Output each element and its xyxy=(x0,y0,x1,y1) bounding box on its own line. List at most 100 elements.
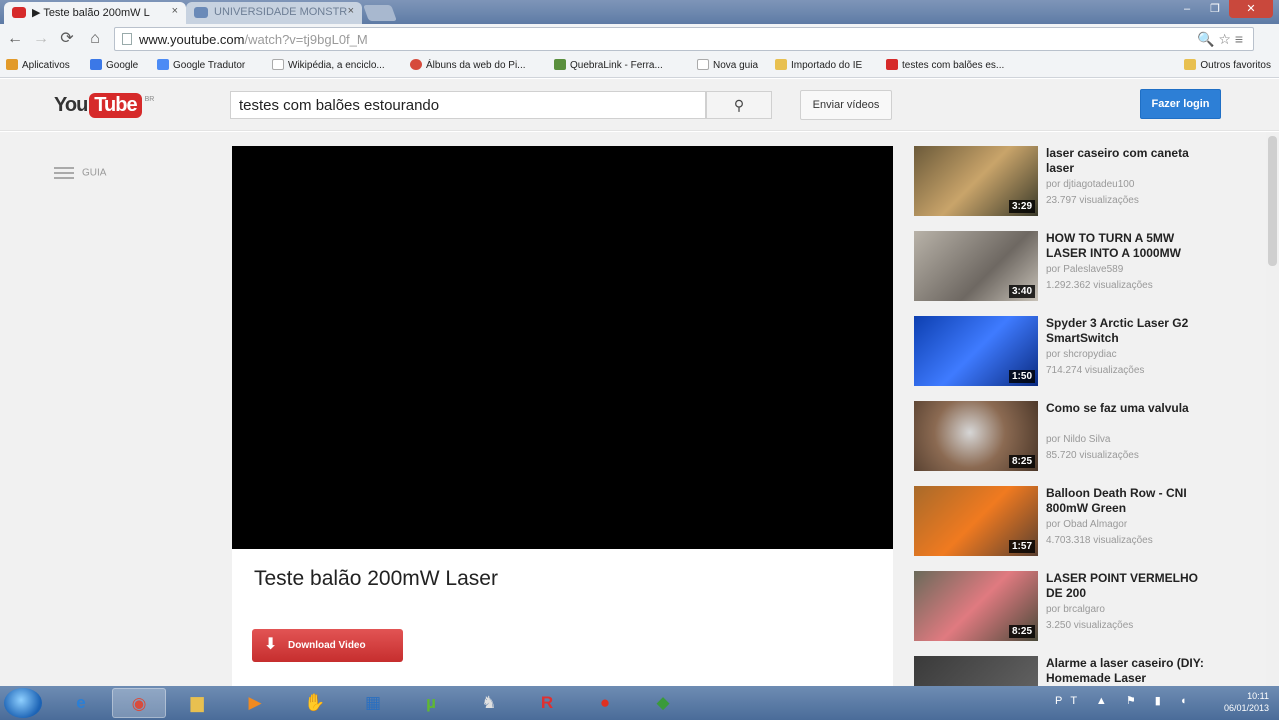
related-video-item[interactable]: 3:40 HOW TO TURN A 5MW LASER INTO A 1000M… xyxy=(914,231,1254,307)
related-video-author[interactable]: por brcalgaro xyxy=(1046,604,1105,615)
related-video-author[interactable]: por Nildo Silva xyxy=(1046,434,1110,445)
download-video-button[interactable]: ⬇ Download Video xyxy=(252,629,403,662)
related-video-author[interactable]: por djtiagotadeu100 xyxy=(1046,179,1134,190)
taskbar-media-player-icon[interactable]: ▶ xyxy=(228,688,282,718)
taskbar-app11-icon[interactable]: ◆ xyxy=(636,688,690,718)
related-video-author[interactable]: por Obad Almagor xyxy=(1046,519,1127,530)
video-duration: 8:25 xyxy=(1008,625,1035,638)
clock[interactable]: 10:11 06/01/2013 xyxy=(1224,690,1269,714)
home-icon[interactable]: ⌂ xyxy=(86,30,104,48)
close-tab-icon[interactable]: × xyxy=(348,5,354,17)
back-arrow-icon[interactable]: ← xyxy=(6,30,24,48)
bookmark-label: Google Tradutor xyxy=(173,60,246,71)
bookmark-label: Nova guia xyxy=(713,60,759,71)
search-button[interactable]: ⚲ xyxy=(706,91,772,119)
new-tab-button[interactable] xyxy=(363,5,397,21)
taskbar-chrome-icon[interactable]: ◉ xyxy=(112,688,166,718)
forward-arrow-icon[interactable]: → xyxy=(32,30,50,48)
video-thumbnail[interactable] xyxy=(914,656,1038,686)
bookmark-google-tradutor[interactable]: Google Tradutor xyxy=(157,59,245,71)
video-info-card: Teste balão 200mW Laser ⬇ Download Video xyxy=(232,549,893,686)
search-input[interactable]: testes com balões estourando xyxy=(230,91,706,119)
related-video-author[interactable]: por Paleslave589 xyxy=(1046,264,1123,275)
picasa-icon xyxy=(410,59,422,70)
bookmark-label: QuebraLink - Ferra... xyxy=(570,60,663,71)
related-video-item[interactable]: 8:25 LASER POINT VERMELHO DE 200 por brcal… xyxy=(914,571,1254,647)
minimize-icon[interactable]: ‒ xyxy=(1173,0,1201,18)
related-video-views: 85.720 visualizações xyxy=(1046,450,1139,461)
tab-label: UNIVERSIDADE MONSTR xyxy=(214,6,348,18)
bookmark-nova-guia[interactable]: Nova guia xyxy=(697,59,758,71)
system-tray-icons[interactable]: PT ▲ ⚑ ▮ ◖ xyxy=(1055,694,1195,707)
bookmark-label: Aplicativos xyxy=(22,60,70,71)
clock-time: 10:11 xyxy=(1247,691,1269,701)
taskbar-app9-icon[interactable]: R xyxy=(520,688,574,718)
related-video-title[interactable]: LASER POINT VERMELHO DE 200 xyxy=(1046,571,1206,601)
taskbar-ie-icon[interactable]: e xyxy=(54,688,108,718)
bookmark-label: testes com balões es... xyxy=(902,60,1005,71)
related-video-title[interactable]: HOW TO TURN A 5MW LASER INTO A 1000MW xyxy=(1046,231,1206,261)
bookmark-aplicativos[interactable]: Aplicativos xyxy=(6,59,70,71)
taskbar-utorrent-icon[interactable]: µ xyxy=(404,688,458,718)
taskbar-app10-icon[interactable]: ● xyxy=(578,688,632,718)
taskbar-explorer-icon[interactable]: ▆ xyxy=(170,688,224,718)
bookmark-quebralink[interactable]: QuebraLink - Ferra... xyxy=(554,59,663,71)
browser-toolbar: ← → ⟳ ⌂ www.youtube.com/watch?v=tj9bgL0f… xyxy=(0,24,1279,54)
video-thumbnail[interactable]: 8:25 xyxy=(914,571,1038,641)
tab-universidade[interactable]: UNIVERSIDADE MONSTR × xyxy=(186,2,362,24)
bookmark-google[interactable]: Google xyxy=(90,59,138,71)
guide-toggle[interactable]: GUIA xyxy=(54,164,106,182)
related-video-item[interactable]: Alarme a laser caseiro (DIY: Homemade La… xyxy=(914,656,1254,686)
scrollbar-thumb[interactable] xyxy=(1268,136,1277,266)
login-button[interactable]: Fazer login xyxy=(1140,89,1221,119)
related-video-item[interactable]: 3:29 laser caseiro com caneta laser por dj… xyxy=(914,146,1254,222)
bookmark-outros-favoritos[interactable]: Outros favoritos xyxy=(1184,59,1271,71)
related-video-views: 4.703.318 visualizações xyxy=(1046,535,1153,546)
related-video-item[interactable]: 8:25 Como se faz uma valvula por Nildo Sil… xyxy=(914,401,1254,477)
bookmark-importado-ie[interactable]: Importado do IE xyxy=(775,59,862,71)
related-video-title[interactable]: Balloon Death Row - CNI 800mW Green xyxy=(1046,486,1206,516)
taskbar-app5-icon[interactable]: ✋ xyxy=(288,688,342,718)
tab-label: ▶ Teste balão 200mW L xyxy=(32,7,150,19)
page-icon xyxy=(697,59,709,70)
video-thumbnail[interactable]: 3:29 xyxy=(914,146,1038,216)
taskbar-app8-icon[interactable]: ♞ xyxy=(462,688,516,718)
related-video-item[interactable]: 1:50 Spyder 3 Arctic Laser G2 SmartSwitch… xyxy=(914,316,1254,392)
video-duration: 3:29 xyxy=(1008,200,1035,213)
taskbar-app6-icon[interactable]: ▦ xyxy=(346,688,400,718)
quebralink-icon xyxy=(554,59,566,70)
close-window-icon[interactable]: ✕ xyxy=(1229,0,1273,18)
video-player[interactable] xyxy=(232,146,893,549)
start-button[interactable] xyxy=(4,688,42,718)
youtube-favicon-icon xyxy=(886,59,898,70)
upload-button[interactable]: Enviar vídeos xyxy=(800,90,892,120)
video-thumbnail[interactable]: 3:40 xyxy=(914,231,1038,301)
bookmark-testes-baloes[interactable]: testes com balões es... xyxy=(886,59,1004,71)
youtube-logo[interactable]: You Tube BR xyxy=(54,90,154,120)
browser-tab-strip: ▶ Teste balão 200mW L × UNIVERSIDADE MON… xyxy=(0,0,1279,24)
related-video-title[interactable]: laser caseiro com caneta laser xyxy=(1046,146,1206,176)
video-thumbnail[interactable]: 1:57 xyxy=(914,486,1038,556)
page-scrollbar[interactable] xyxy=(1266,132,1279,686)
reload-icon[interactable]: ⟳ xyxy=(58,30,76,48)
related-video-item[interactable]: 1:57 Balloon Death Row - CNI 800mW Green p… xyxy=(914,486,1254,562)
bookmark-label: Álbuns da web do Pi... xyxy=(426,60,526,71)
bookmark-label: Outros favoritos xyxy=(1200,60,1271,71)
related-video-title[interactable]: Como se faz uma valvula xyxy=(1046,401,1206,416)
download-arrow-icon: ⬇ xyxy=(264,636,278,653)
related-video-title[interactable]: Alarme a laser caseiro (DIY: Homemade La… xyxy=(1046,656,1206,686)
related-video-title[interactable]: Spyder 3 Arctic Laser G2 SmartSwitch xyxy=(1046,316,1206,346)
video-thumbnail[interactable]: 1:50 xyxy=(914,316,1038,386)
related-video-author[interactable]: por shcropydiac xyxy=(1046,349,1117,360)
bookmark-picasa[interactable]: Álbuns da web do Pi... xyxy=(410,59,526,71)
tab-youtube-video[interactable]: ▶ Teste balão 200mW L × xyxy=(4,2,186,24)
bookmark-wikipedia[interactable]: Wikipédia, a enciclo... xyxy=(272,59,385,71)
maximize-icon[interactable]: ❐ xyxy=(1201,0,1229,18)
zoom-star-menu-icon[interactable]: 🔍 ☆ ≡ xyxy=(1197,31,1243,48)
logo-tube: Tube xyxy=(89,92,142,118)
video-duration: 1:57 xyxy=(1008,540,1035,553)
address-bar[interactable]: www.youtube.com/watch?v=tj9bgL0f_M 🔍 ☆ ≡ xyxy=(114,27,1254,51)
video-thumbnail[interactable]: 8:25 xyxy=(914,401,1038,471)
video-duration: 8:25 xyxy=(1008,455,1035,468)
close-tab-icon[interactable]: × xyxy=(172,5,178,17)
